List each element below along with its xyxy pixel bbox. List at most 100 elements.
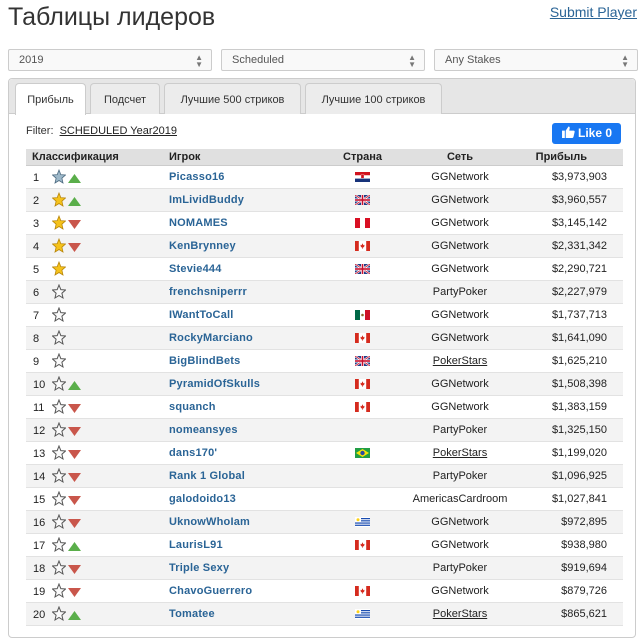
player-link[interactable]: frenchsniperrr [169, 286, 247, 298]
profit-cell: $2,227,979 [520, 280, 623, 304]
player-cell: BigBlindBets [169, 349, 325, 373]
country-cell [325, 188, 400, 212]
player-link[interactable]: LaurisL91 [169, 539, 223, 551]
outline-star-icon [51, 375, 67, 392]
player-link[interactable]: KenBrynney [169, 240, 236, 252]
player-cell: IWantToCall [169, 303, 325, 327]
network-cell: AmericasCardroom [400, 487, 520, 511]
player-link[interactable]: IWantToCall [169, 309, 234, 321]
header-country[interactable]: Страна [325, 149, 400, 166]
profit-cell: $1,625,210 [520, 349, 623, 373]
network-cell: GGNetwork [400, 257, 520, 281]
facebook-like-button[interactable]: Like 0 [552, 123, 621, 144]
outline-star-icon [51, 513, 67, 530]
network-name: PartyPoker [432, 469, 488, 482]
profit-cell: $919,694 [520, 556, 623, 580]
type-select[interactable]: Scheduled ▲ ▼ [221, 49, 425, 71]
country-cell [325, 464, 400, 488]
stakes-select[interactable]: Any Stakes ▲ ▼ [434, 49, 638, 71]
network-link[interactable]: PokerStars [433, 608, 487, 620]
rank-number: 14 [33, 470, 46, 483]
outline-star-icon [51, 306, 67, 323]
header-profit[interactable]: Прибыль [520, 149, 623, 166]
player-link[interactable]: Picasso16 [169, 171, 225, 183]
player-link[interactable]: galodoido13 [169, 493, 236, 505]
network-name: AmericasCardroom [412, 492, 508, 505]
rank-number: 6 [33, 286, 40, 299]
tab-profit[interactable]: Прибыль [15, 83, 86, 115]
profit-cell: $2,331,342 [520, 234, 623, 258]
player-cell: Picasso16 [169, 165, 325, 189]
player-link[interactable]: PyramidOfSkulls [169, 378, 260, 390]
like-label: Like 0 [578, 126, 613, 140]
header-player[interactable]: Игрок [169, 149, 325, 166]
rank-number: 5 [33, 263, 40, 276]
filter-value-link[interactable]: SCHEDULED Year2019 [60, 125, 177, 137]
player-link[interactable]: Rank 1 Global [169, 470, 245, 482]
rank-cell: 19 [26, 579, 169, 603]
player-cell: KenBrynney [169, 234, 325, 258]
year-select[interactable]: 2019 ▲ ▼ [8, 49, 212, 71]
player-cell: Rank 1 Global [169, 464, 325, 488]
table-row: 8 RockyMarciano GGNetwork $1,641,090 [26, 326, 623, 350]
network-link[interactable]: PokerStars [433, 355, 487, 367]
rank-number: 17 [33, 539, 46, 552]
header-rank[interactable]: Классификация [26, 149, 169, 166]
tab-bar: Прибыль Подсчет Лучшие 500 стриков Лучши… [9, 79, 635, 115]
rank-cell: 20 [26, 602, 169, 626]
player-link[interactable]: dans170' [169, 447, 217, 459]
rank-cell: 8 [26, 326, 169, 350]
gold-star-icon [51, 214, 67, 231]
player-link[interactable]: ChavoGuerrero [169, 585, 252, 597]
leaderboard-panel: Прибыль Подсчет Лучшие 500 стриков Лучши… [8, 78, 636, 638]
player-link[interactable]: squanch [169, 401, 216, 413]
croatia-flag-icon [355, 171, 370, 182]
player-link[interactable]: NOMAMES [169, 217, 228, 229]
player-link[interactable]: Stevie444 [169, 263, 222, 275]
country-cell [325, 303, 400, 327]
uk-flag-icon [354, 193, 371, 206]
thumbs-up-icon [562, 126, 575, 138]
rank-number: 19 [33, 585, 46, 598]
submit-player-link[interactable]: Submit Player [550, 4, 637, 20]
player-link[interactable]: RockyMarciano [169, 332, 253, 344]
canada-flag-icon [355, 539, 370, 550]
country-cell [325, 556, 400, 580]
player-cell: galodoido13 [169, 487, 325, 511]
network-cell: GGNetwork [400, 188, 520, 212]
trend-up-icon [68, 380, 81, 390]
table-row: 3 NOMAMES GGNetwork $3,145,142 [26, 211, 623, 235]
trend-up-icon [68, 196, 81, 206]
player-link[interactable]: ImLividBuddy [169, 194, 244, 206]
player-link[interactable]: Triple Sexy [169, 562, 229, 574]
rank-cell: 5 [26, 257, 169, 281]
select-arrows-icon: ▲ ▼ [621, 53, 629, 69]
trend-down-icon [68, 242, 81, 252]
blue-star-icon [51, 168, 67, 185]
canada-flag-icon [355, 401, 370, 412]
trend-down-icon [68, 587, 81, 597]
network-link[interactable]: PokerStars [433, 447, 487, 459]
country-cell [325, 165, 400, 189]
canada-flag-icon [355, 332, 370, 343]
rank-cell: 7 [26, 303, 169, 327]
country-cell [325, 510, 400, 534]
player-link[interactable]: UknowWhoIam [169, 516, 250, 528]
country-cell [325, 418, 400, 442]
profit-cell: $1,027,841 [520, 487, 623, 511]
rank-cell: 11 [26, 395, 169, 419]
canada-flag-icon [355, 240, 370, 251]
player-link[interactable]: nomeansyes [169, 424, 238, 436]
table-row: 6 frenchsniperrr PartyPoker $2,227,979 [26, 280, 623, 304]
network-cell: GGNetwork [400, 533, 520, 557]
profit-cell: $1,199,020 [520, 441, 623, 465]
player-link[interactable]: BigBlindBets [169, 355, 240, 367]
network-cell: GGNetwork [400, 395, 520, 419]
country-cell [325, 234, 400, 258]
player-link[interactable]: Tomatee [169, 608, 215, 620]
tab-top-500-streaks[interactable]: Лучшие 500 стриков [164, 83, 301, 114]
rank-cell: 4 [26, 234, 169, 258]
tab-top-100-streaks[interactable]: Лучшие 100 стриков [305, 83, 442, 114]
header-network[interactable]: Сеть [400, 149, 520, 166]
tab-count[interactable]: Подсчет [90, 83, 160, 114]
